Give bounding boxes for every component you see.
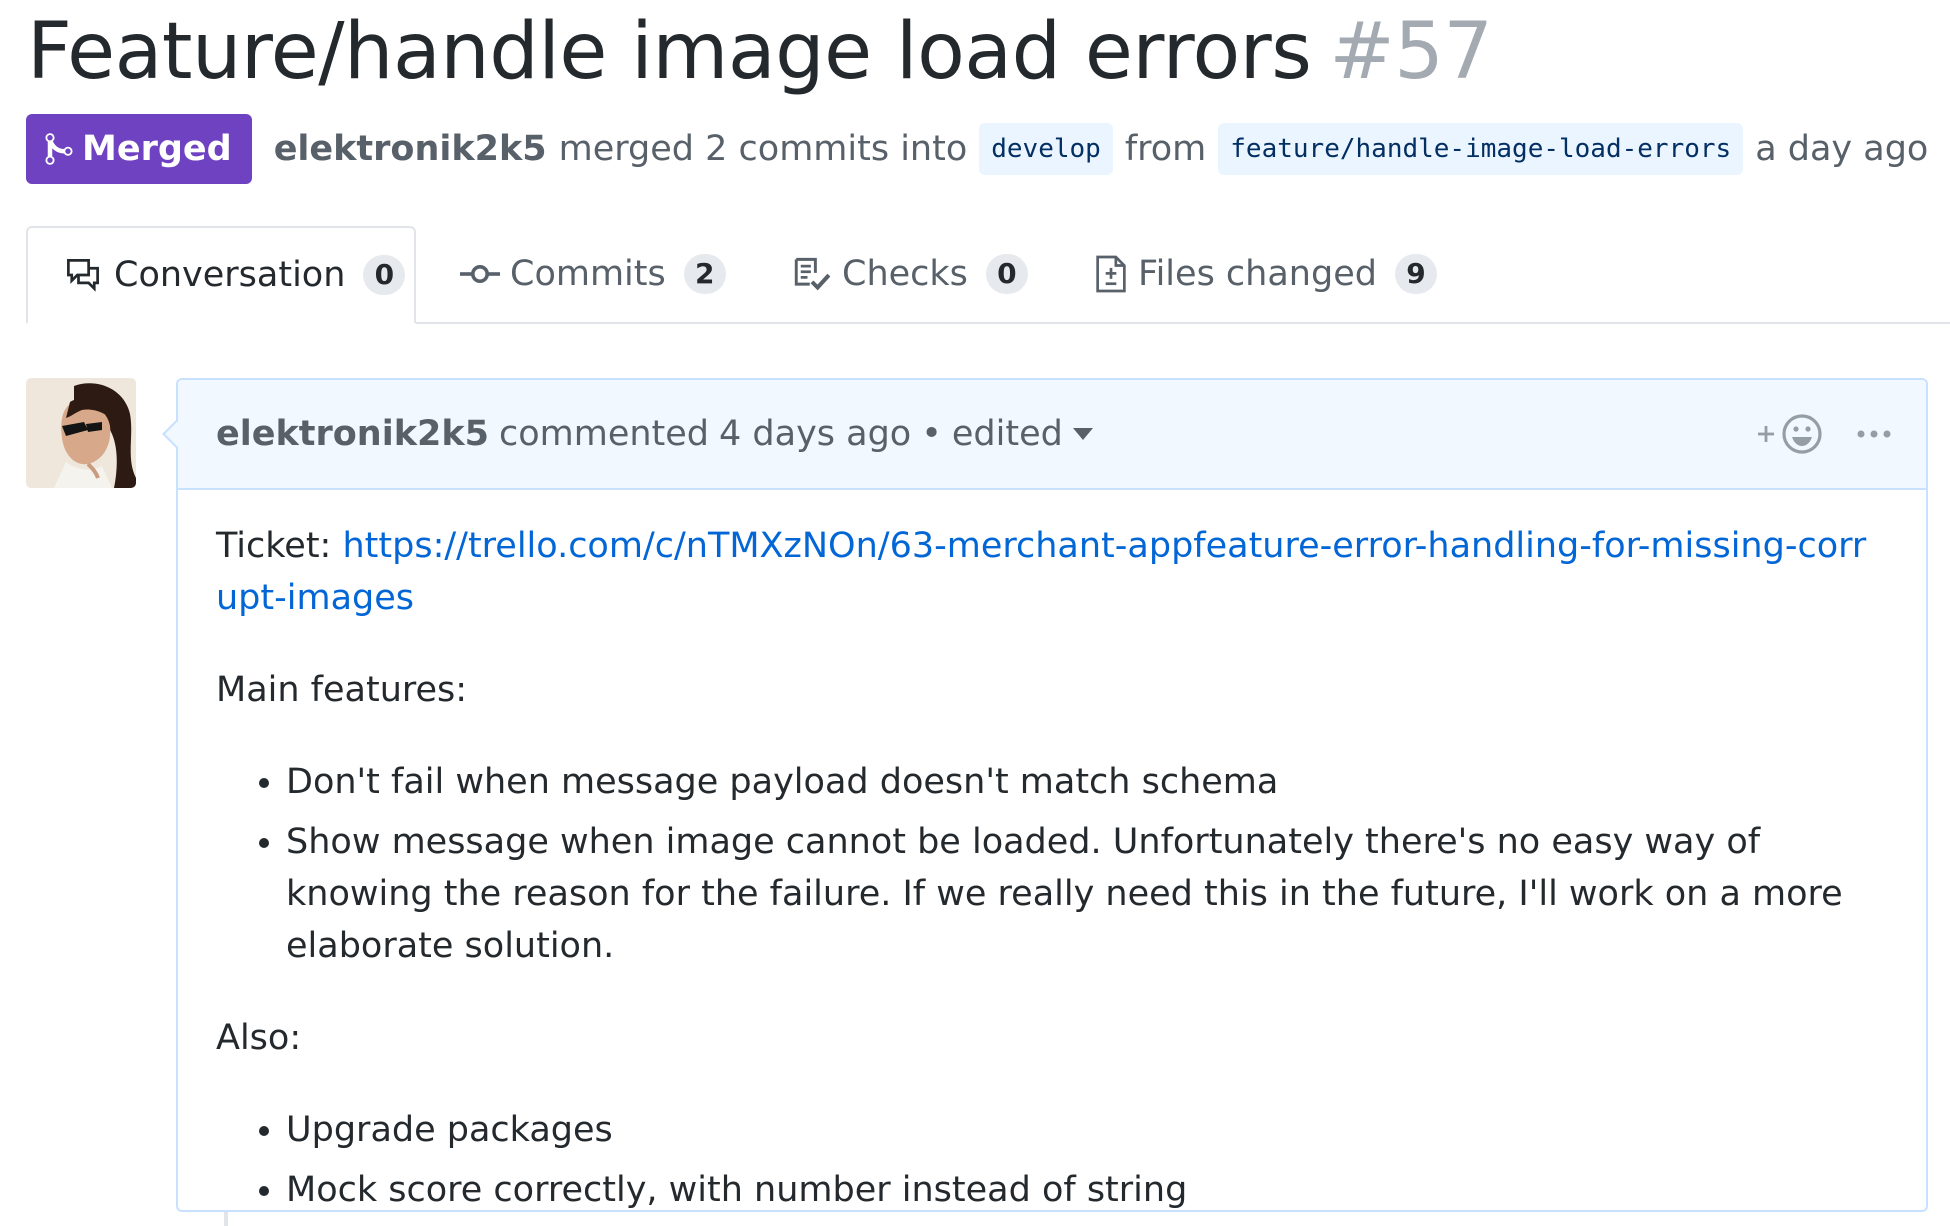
list-item: Don't fail when message payload doesn't …	[286, 756, 1888, 808]
avatar-image	[26, 378, 136, 488]
comment-edited-dropdown[interactable]: edited	[952, 414, 1093, 454]
kebab-horizontal-icon	[1857, 430, 1891, 438]
tab-commits-label: Commits	[510, 254, 666, 294]
tab-checks[interactable]: Checks 0	[792, 226, 1028, 322]
pr-author-link[interactable]: elektronik2k5	[274, 129, 547, 169]
add-reaction-button[interactable]	[1756, 412, 1826, 456]
ticket-link[interactable]: https://trello.com/c/nTMXzNOn/63-merchan…	[216, 526, 1866, 618]
list-item: Upgrade packages	[286, 1104, 1888, 1156]
timeline-line	[224, 1212, 228, 1226]
file-diff-icon	[1096, 255, 1126, 293]
main-features-heading: Main features:	[216, 670, 468, 710]
state-label: Merged	[82, 129, 232, 169]
comment-box: elektronik2k5 commented 4 days ago • edi…	[162, 378, 1928, 1212]
tab-commits-count: 2	[683, 254, 726, 294]
comment-header: elektronik2k5 commented 4 days ago • edi…	[178, 380, 1926, 490]
also-heading: Also:	[216, 1018, 302, 1058]
comment-options-button[interactable]	[1856, 429, 1892, 439]
comment-action: commented	[498, 414, 710, 454]
pr-title-text: Feature/handle image load errors	[27, 7, 1312, 97]
tab-files-changed-count: 9	[1394, 254, 1437, 294]
merged-state-badge: Merged	[26, 114, 252, 184]
checklist-icon	[794, 257, 831, 291]
tab-files-changed-label: Files changed	[1138, 254, 1377, 294]
pr-number: #57	[1329, 7, 1493, 97]
tab-checks-count: 0	[985, 254, 1028, 294]
git-merge-icon	[45, 133, 73, 165]
tab-commits[interactable]: Commits 2	[460, 226, 726, 322]
tab-checks-label: Checks	[842, 254, 968, 294]
smiley-icon	[1758, 414, 1822, 454]
ticket-label: Ticket:	[216, 526, 332, 566]
pr-action-text: merged 2 commits into	[558, 129, 968, 169]
comment-body: Ticket: https://trello.com/c/nTMXzNOn/63…	[178, 490, 1926, 1216]
list-item: Show message when image cannot be loaded…	[286, 816, 1888, 972]
tab-conversation-label: Conversation	[114, 255, 346, 295]
avatar[interactable]	[26, 378, 136, 488]
comment-discussion-icon	[67, 259, 99, 292]
main-features-list: Don't fail when message payload doesn't …	[216, 756, 1888, 972]
also-list: Upgrade packages Mock score correctly, w…	[216, 1104, 1888, 1216]
ticket-paragraph: Ticket: https://trello.com/c/nTMXzNOn/63…	[216, 520, 1888, 624]
pr-title: Feature/handle image load errors #57	[27, 2, 1493, 102]
pr-meta: Merged elektronik2k5 merged 2 commits in…	[26, 114, 1928, 184]
comment-edited-label: edited	[951, 414, 1063, 454]
head-branch[interactable]: feature/handle-image-load-errors	[1218, 123, 1744, 175]
git-commit-icon	[460, 265, 500, 283]
from-text: from	[1124, 129, 1207, 169]
triangle-down-icon	[1072, 428, 1093, 440]
comment-header-actions	[1756, 380, 1892, 488]
tab-files-changed[interactable]: Files changed 9	[1094, 226, 1437, 322]
merged-time[interactable]: a day ago	[1755, 129, 1928, 169]
pr-tabs: Conversation 0 Commits 2 Checks 0 Files …	[26, 226, 1950, 324]
list-item: Mock score correctly, with number instea…	[286, 1164, 1888, 1216]
comment-time[interactable]: 4 days ago	[719, 414, 911, 454]
comment-separator: •	[921, 414, 942, 454]
comment-author-link[interactable]: elektronik2k5	[216, 414, 489, 454]
base-branch[interactable]: develop	[979, 123, 1113, 175]
tab-conversation-count: 0	[363, 255, 406, 295]
tab-conversation[interactable]: Conversation 0	[26, 226, 416, 324]
